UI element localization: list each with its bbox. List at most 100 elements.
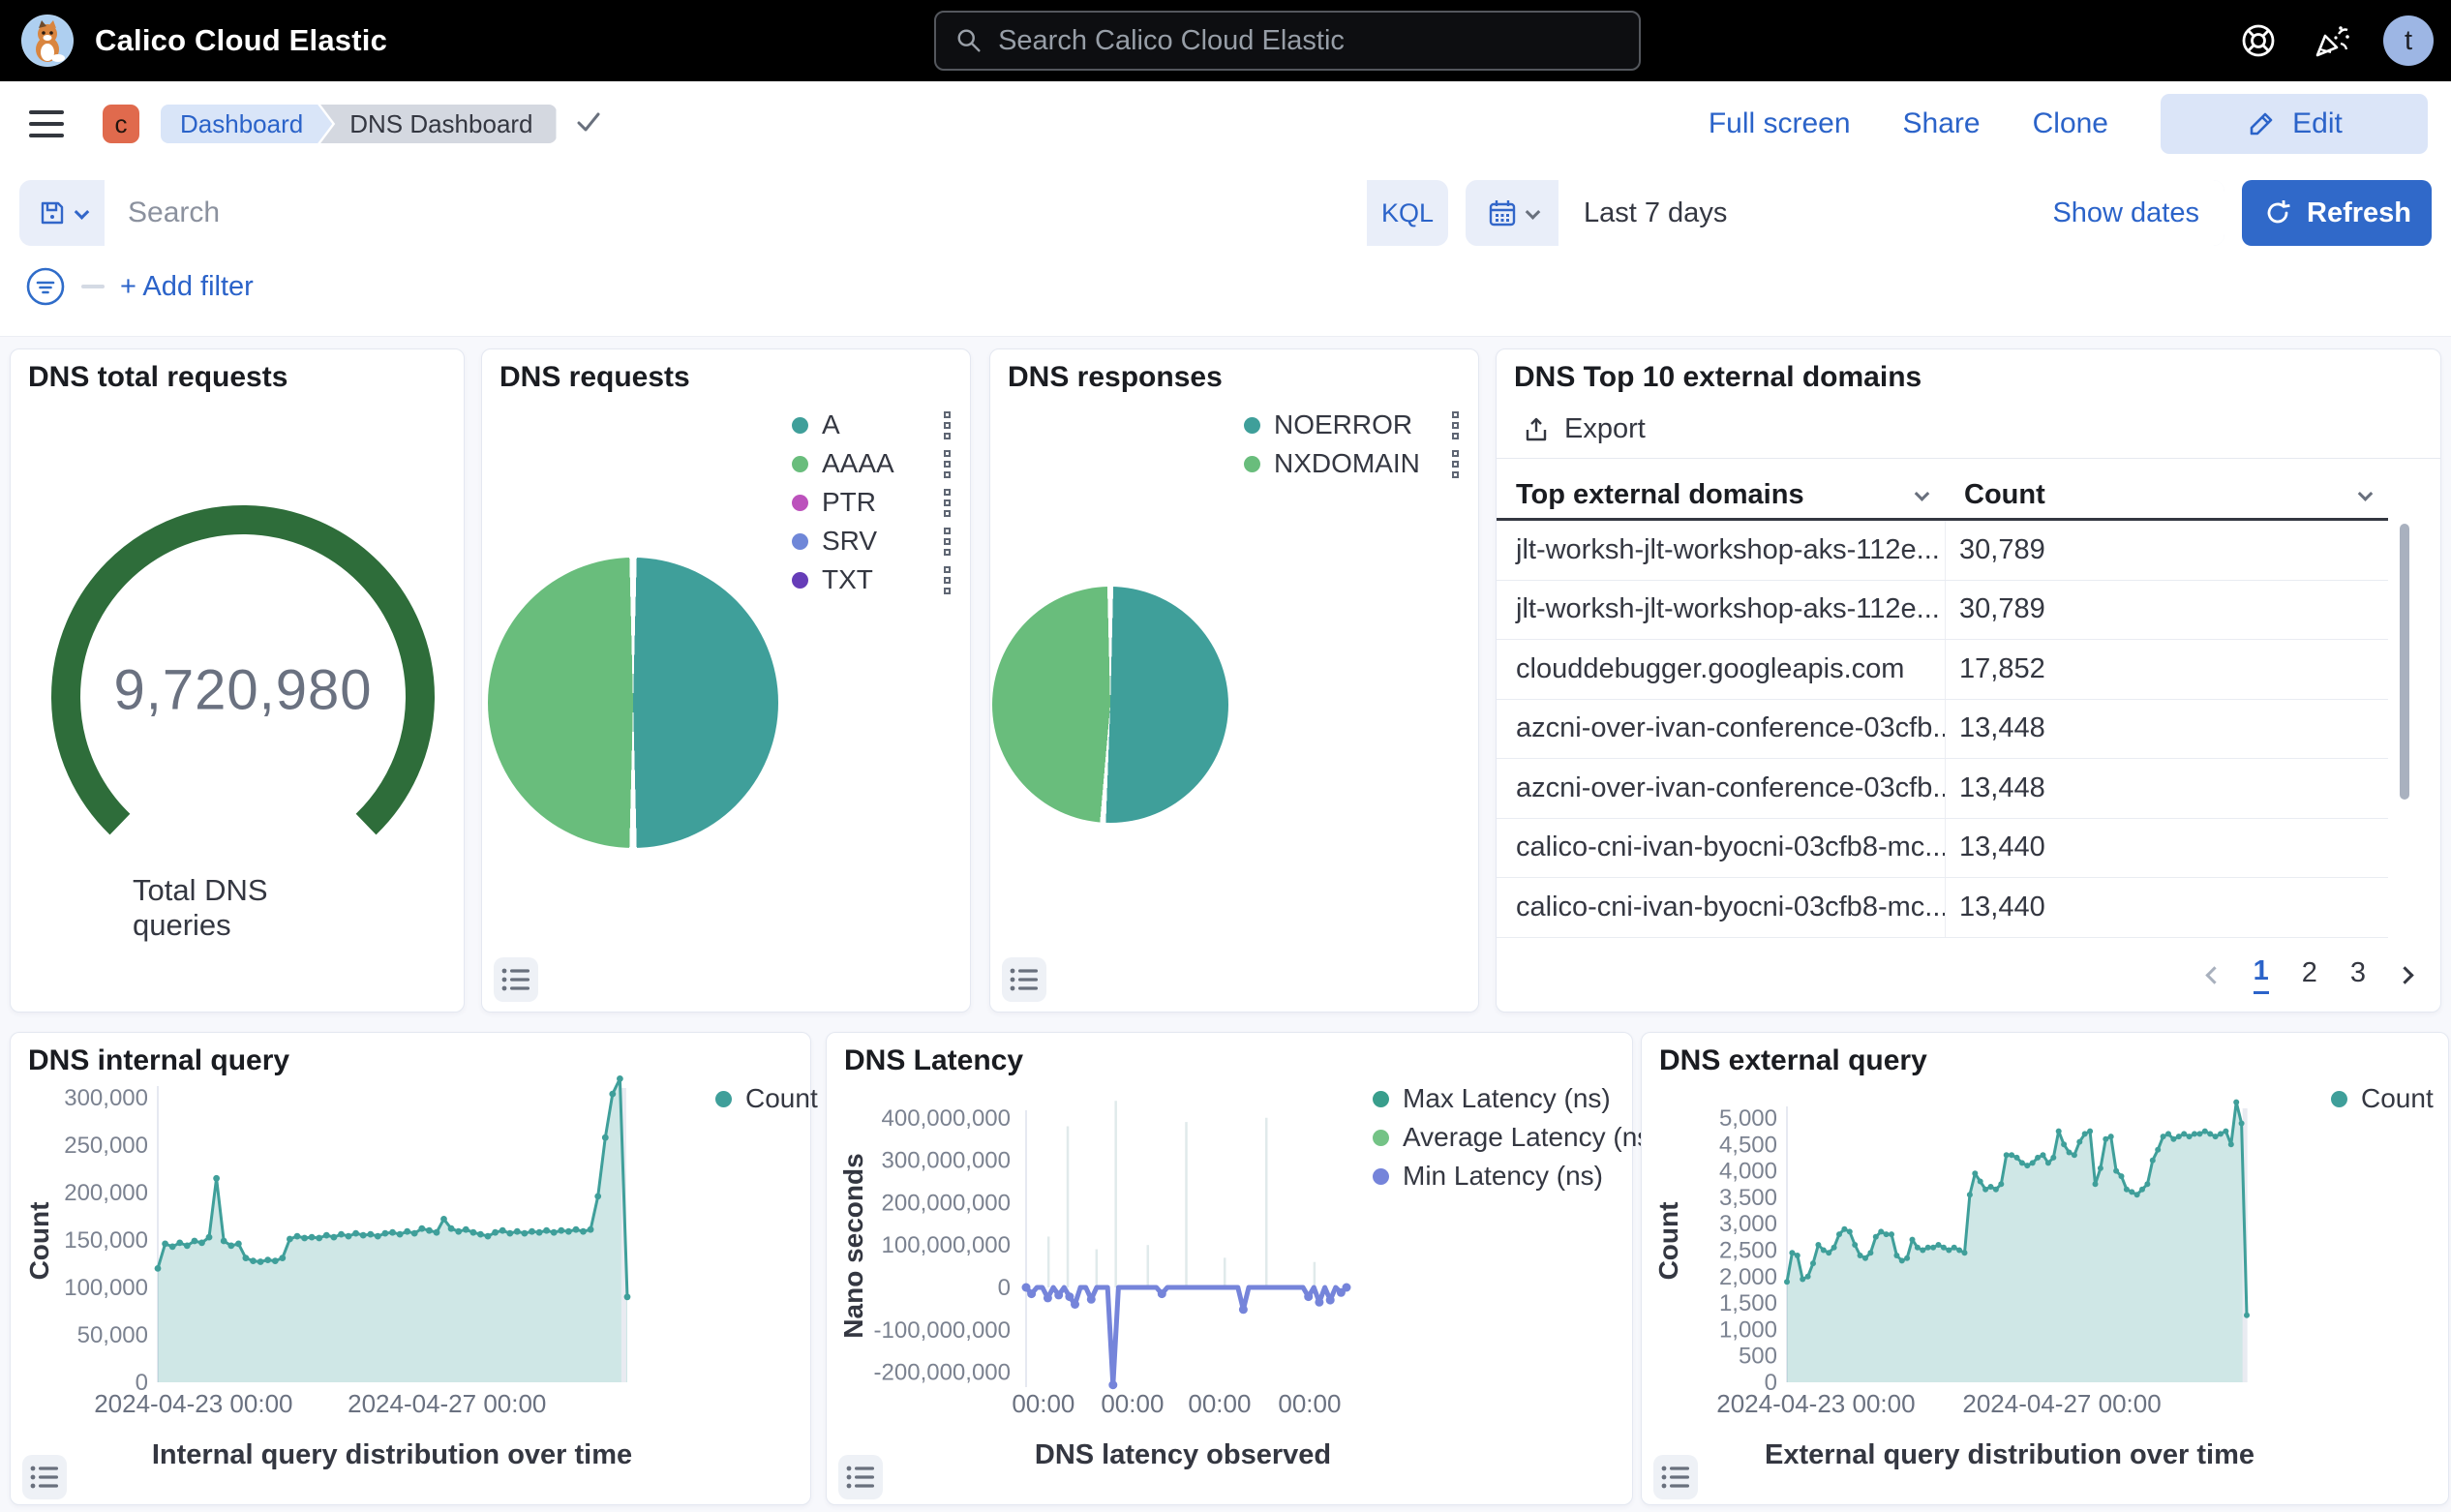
panel-dns-responses[interactable]: DNS responses NOERRORNXDOMAIN [989, 348, 1479, 1013]
legend-item-txt[interactable]: TXT [792, 560, 953, 599]
x-axis-tick: 2024-04-23 00:00 [1716, 1389, 1915, 1418]
pagination-prev-icon[interactable] [2205, 966, 2223, 983]
domain-cell: jlt-worksh-jlt-workshop-aks-112e... [1497, 534, 1945, 566]
column-header-count[interactable]: Count [1945, 479, 2388, 511]
pagination-next-icon[interactable] [2396, 966, 2413, 983]
export-button[interactable]: Export [1522, 413, 1646, 445]
panel-top-external-domains[interactable]: DNS Top 10 external domains Export Top e… [1496, 348, 2441, 1013]
breadcrumb-dns-dashboard[interactable]: DNS Dashboard [320, 105, 556, 143]
legend-item-min-latency-ns-[interactable]: Min Latency (ns) [1373, 1157, 1660, 1195]
table-row[interactable]: calico-cni-ivan-byocni-03cfb8-mc...13,44… [1497, 819, 2388, 879]
panel-options-icon[interactable] [22, 1455, 67, 1499]
column-header-domains[interactable]: Top external domains [1497, 479, 1945, 511]
legend-item-aaaa[interactable]: AAAA [792, 444, 953, 483]
panel-options-icon[interactable] [494, 957, 538, 1002]
chart-marker [1972, 1170, 1978, 1176]
pagination-page-1[interactable]: 1 [2254, 955, 2269, 994]
table-row[interactable]: azcni-over-ivan-conference-03cfb...13,44… [1497, 759, 2388, 819]
news-party-popper-icon[interactable] [2310, 18, 2354, 63]
domain-cell: calico-cni-ivan-byocni-03cfb8-mc... [1497, 832, 1945, 863]
table-row[interactable]: azcni-over-ivan-conference-03cfb...13,44… [1497, 700, 2388, 760]
saved-check-icon[interactable] [574, 107, 603, 141]
export-upload-icon [1522, 415, 1551, 444]
legend-label: Min Latency (ns) [1403, 1161, 1603, 1192]
legend-item-a[interactable]: A [792, 406, 953, 444]
full-screen-link[interactable]: Full screen [1709, 107, 1851, 140]
panel-options-icon[interactable] [838, 1455, 883, 1499]
panel-dns-requests[interactable]: DNS requests AAAAAPTRSRVTXT [481, 348, 971, 1013]
refresh-button-label: Refresh [2307, 197, 2411, 229]
time-range-value[interactable]: Last 7 days [1584, 197, 1727, 229]
legend-item-count[interactable]: Count [2331, 1079, 2434, 1118]
chart-marker [588, 1226, 594, 1233]
chart-marker [2019, 1160, 2025, 1165]
refresh-button[interactable]: Refresh [2242, 180, 2432, 246]
chart-marker [1946, 1248, 1952, 1254]
legend-actions-icon[interactable] [944, 489, 953, 517]
table-row[interactable]: jlt-worksh-jlt-workshop-aks-112e...30,78… [1497, 521, 2388, 581]
table-row[interactable]: clouddebugger.googleapis.com17,852 [1497, 640, 2388, 700]
legend-item-srv[interactable]: SRV [792, 522, 953, 560]
legend-actions-icon[interactable] [1452, 450, 1461, 478]
legend-dot [792, 456, 808, 472]
calendar-button[interactable] [1466, 180, 1558, 246]
panel-title: DNS Top 10 external domains [1514, 361, 1921, 394]
chart-marker [1878, 1228, 1884, 1234]
kql-search-group: KQL [19, 180, 1448, 246]
min-latency-marker [1087, 1295, 1096, 1304]
chart-marker [558, 1227, 564, 1234]
dns-requests-pie-chart[interactable] [488, 558, 778, 848]
pagination-page-3[interactable]: 3 [2350, 957, 2366, 993]
legend-dot [715, 1091, 732, 1107]
chart-marker [1936, 1242, 1942, 1248]
panel-dns-total-requests[interactable]: DNS total requests 9,720,980 Total DNS q… [10, 348, 465, 1013]
edit-button[interactable]: Edit [2161, 94, 2428, 154]
chart-marker [338, 1231, 345, 1238]
saved-query-button[interactable] [19, 180, 105, 246]
breadcrumb-dashboard[interactable]: Dashboard [161, 105, 332, 143]
panel-dns-latency[interactable]: DNS Latency Nano seconds 400,000,000300,… [826, 1032, 1633, 1505]
clone-link[interactable]: Clone [2033, 107, 2108, 140]
chart-marker [1884, 1231, 1890, 1237]
global-search[interactable] [934, 11, 1641, 71]
legend-actions-icon[interactable] [944, 566, 953, 594]
legend-item-count[interactable]: Count [715, 1079, 818, 1118]
calico-cat-logo-icon[interactable] [21, 15, 74, 67]
query-search-input[interactable] [128, 197, 1344, 229]
legend-actions-icon[interactable] [944, 411, 953, 439]
panel-options-icon[interactable] [1653, 1455, 1698, 1499]
legend-item-nxdomain[interactable]: NXDOMAIN [1244, 444, 1461, 483]
external-query-area-chart[interactable]: 05001,0001,5002,0002,5003,0003,5004,0004… [1642, 1033, 2450, 1506]
space-badge[interactable]: c [103, 105, 139, 143]
pagination-page-2[interactable]: 2 [2302, 957, 2317, 993]
share-link[interactable]: Share [1903, 107, 1981, 140]
legend-item-ptr[interactable]: PTR [792, 483, 953, 522]
legend-item-max-latency-ns-[interactable]: Max Latency (ns) [1373, 1079, 1660, 1118]
add-filter-link[interactable]: + Add filter [120, 271, 254, 303]
dns-responses-pie-chart[interactable] [992, 587, 1228, 823]
legend-actions-icon[interactable] [944, 450, 953, 478]
chart-legend: Count [2331, 1079, 2434, 1118]
panel-options-icon[interactable] [1002, 957, 1046, 1002]
show-dates-link[interactable]: Show dates [2052, 197, 2199, 229]
panel-dns-internal-query[interactable]: DNS internal query Count 050,000100,0001… [10, 1032, 811, 1505]
user-avatar[interactable]: t [2383, 15, 2434, 66]
menu-hamburger-icon[interactable] [29, 110, 64, 137]
table-row[interactable]: calico-cni-ivan-byocni-03cfb8-mc...13,44… [1497, 878, 2388, 938]
table-scrollbar[interactable] [2400, 524, 2409, 800]
legend-actions-icon[interactable] [944, 528, 953, 556]
count-cell: 13,448 [1945, 759, 2388, 818]
filter-icon[interactable] [25, 266, 66, 307]
global-search-input[interactable] [998, 25, 1619, 57]
panel-dns-external-query[interactable]: DNS external query Count 05001,0001,5002… [1641, 1032, 2449, 1505]
x-axis-tick: 2024-04-27 00:00 [348, 1389, 546, 1418]
internal-query-area-chart[interactable]: 050,000100,000150,000200,000250,000300,0… [11, 1033, 812, 1506]
legend-item-noerror[interactable]: NOERROR [1244, 406, 1461, 444]
legend-item-average-latency-ns-[interactable]: Average Latency (ns) [1373, 1118, 1660, 1157]
table-row[interactable]: jlt-worksh-jlt-workshop-aks-112e...30,78… [1497, 581, 2388, 641]
chart-legend: Count [715, 1079, 818, 1118]
kql-language-button[interactable]: KQL [1367, 180, 1448, 246]
help-lifebuoy-icon[interactable] [2236, 18, 2281, 63]
legend-actions-icon[interactable] [1452, 411, 1461, 439]
chart-marker [455, 1228, 462, 1235]
